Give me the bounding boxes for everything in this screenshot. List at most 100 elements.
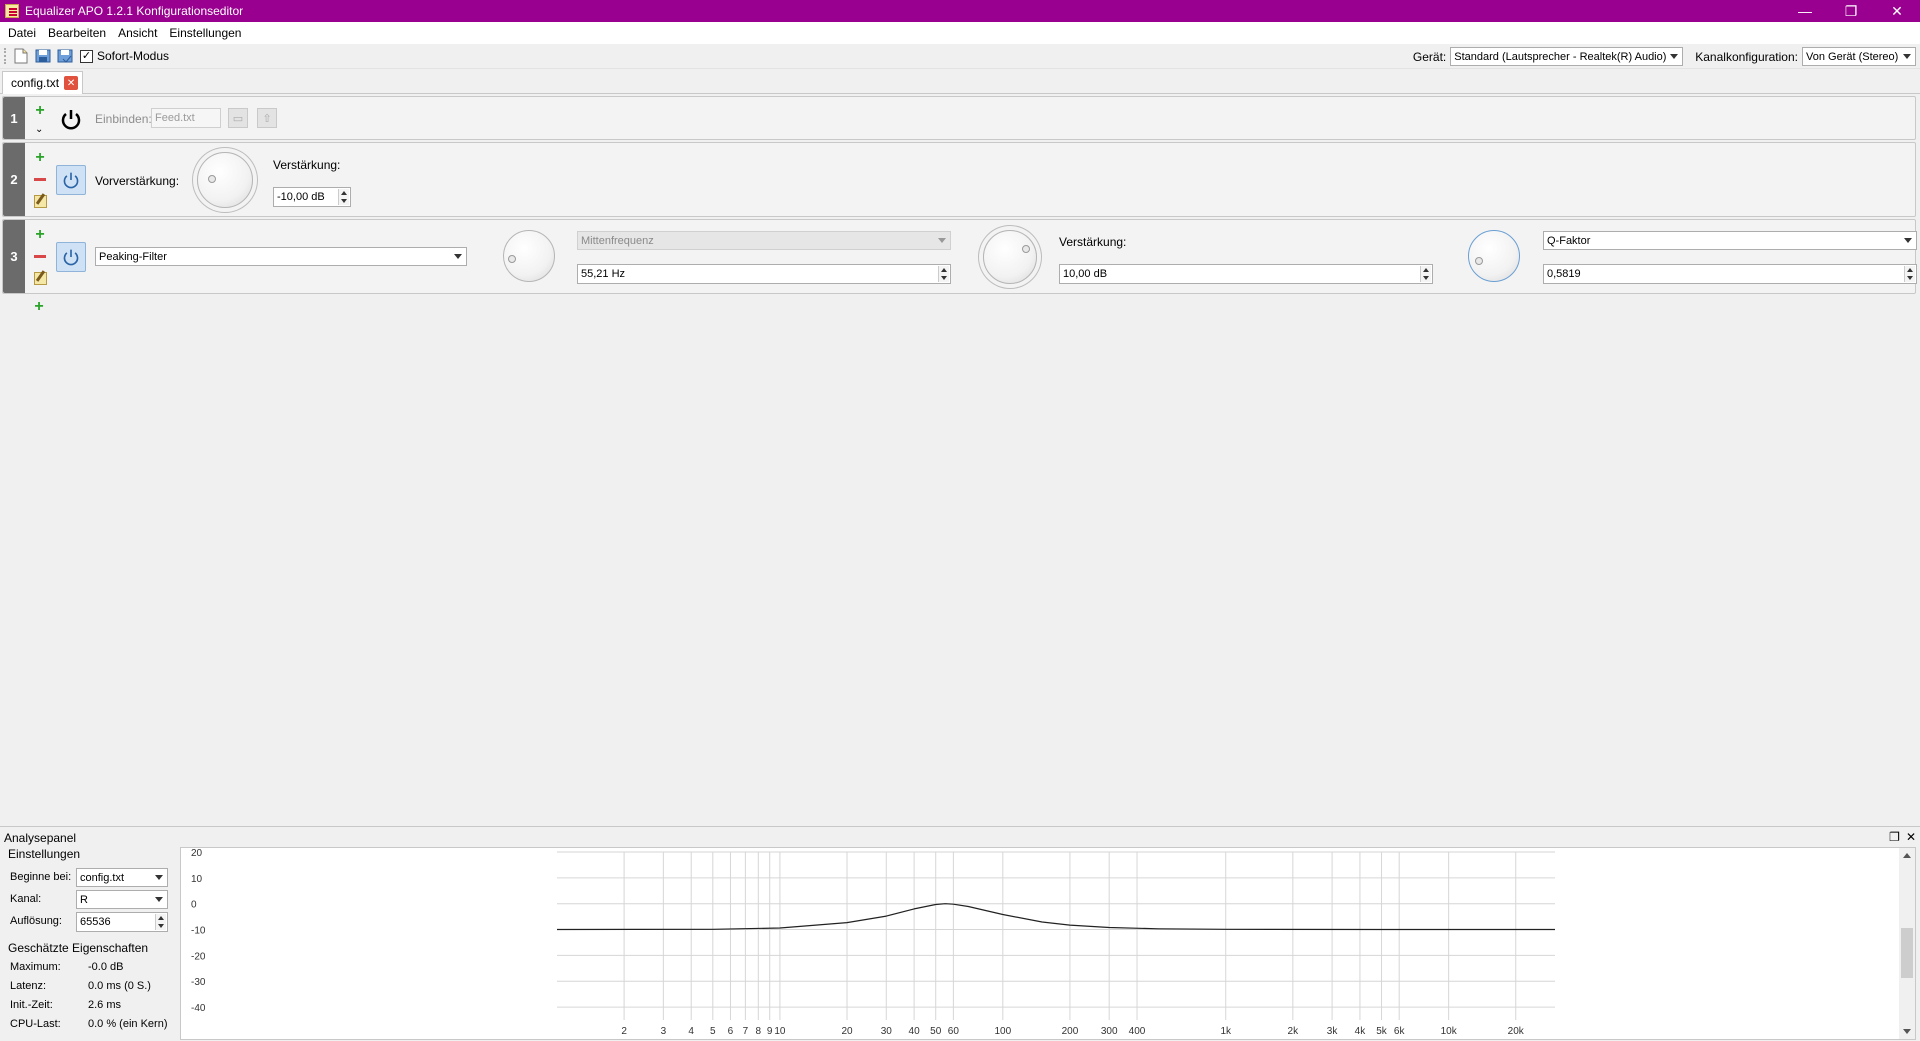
x-tick-label: 4k	[1355, 1026, 1367, 1037]
scroll-up-icon[interactable]	[1903, 853, 1911, 858]
channel-config-value: Von Gerät (Stereo)	[1806, 50, 1899, 63]
x-tick-label: 10k	[1441, 1026, 1458, 1037]
remove-filter-icon[interactable]	[34, 178, 46, 181]
new-file-icon[interactable]	[12, 47, 30, 65]
minimize-button[interactable]: —	[1782, 0, 1828, 22]
include-file-field[interactable]: Feed.txt	[151, 108, 221, 128]
prop-label: Latenz:	[10, 980, 47, 992]
gain-spinbox[interactable]: 10,00 dB	[1059, 264, 1433, 284]
instant-mode-toggle[interactable]: ✓ Sofort-Modus	[80, 49, 169, 63]
spin-arrows-icon[interactable]	[1420, 266, 1431, 282]
start-label: Beginne bei:	[10, 871, 72, 883]
close-tab-icon[interactable]: ✕	[64, 76, 79, 90]
y-tick-label: 10	[191, 874, 203, 885]
spin-arrows-icon[interactable]	[155, 914, 166, 930]
menu-bar: Datei Bearbeiten Ansicht Einstellungen	[0, 22, 1920, 44]
menu-datei[interactable]: Datei	[2, 22, 42, 44]
menu-einstellungen[interactable]: Einstellungen	[163, 22, 247, 44]
close-window-button[interactable]: ✕	[1874, 0, 1920, 22]
channel-select[interactable]: R	[76, 890, 168, 909]
remove-filter-icon[interactable]	[34, 255, 46, 258]
x-tick-label: 6k	[1394, 1026, 1406, 1037]
instant-mode-checkbox[interactable]: ✓	[80, 49, 93, 63]
edit-filter-icon[interactable]	[34, 195, 47, 208]
instant-mode-label: Sofort-Modus	[97, 49, 170, 63]
x-tick-label: 4	[688, 1026, 694, 1037]
add-filter-icon[interactable]: +	[33, 227, 47, 243]
preamp-gain-spinbox[interactable]: -10,00 dB	[273, 187, 351, 207]
prop-value: 0.0 % (ein Kern)	[88, 1018, 168, 1030]
filter-type-value: Peaking-Filter	[99, 250, 167, 263]
menu-bearbeiten[interactable]: Bearbeiten	[42, 22, 112, 44]
gain-label: Verstärkung:	[1059, 235, 1127, 249]
frequency-mode-select[interactable]: Mittenfrequenz	[577, 231, 951, 250]
undock-icon[interactable]: ❐	[1889, 830, 1900, 844]
x-tick-label: 2k	[1288, 1026, 1300, 1037]
graph-scrollbar[interactable]	[1899, 848, 1915, 1039]
add-filter-icon[interactable]: +	[33, 150, 47, 166]
file-tabs: config.txt ✕	[0, 70, 1920, 94]
x-tick-label: 10	[774, 1026, 786, 1037]
device-select[interactable]: Standard (Lautsprecher - Realtek(R) Audi…	[1450, 47, 1684, 66]
frequency-value: 55,21 Hz	[581, 268, 626, 280]
x-tick-label: 8	[756, 1026, 762, 1037]
q-factor-spinbox[interactable]: 0,5819	[1543, 264, 1917, 284]
preamp-knob[interactable]	[197, 152, 253, 208]
chevron-down-icon	[1670, 54, 1679, 59]
power-toggle-button[interactable]	[56, 242, 86, 272]
scroll-thumb[interactable]	[1901, 928, 1913, 978]
scroll-down-icon[interactable]	[1903, 1029, 1911, 1034]
analysis-panel-title: Analysepanel	[4, 831, 77, 845]
maximize-button[interactable]: ❐	[1828, 0, 1874, 22]
expand-icon[interactable]: ⌄	[35, 124, 43, 135]
channel-config-select[interactable]: Von Gerät (Stereo)	[1802, 47, 1916, 66]
y-tick-label: -40	[191, 1003, 206, 1014]
device-select-value: Standard (Lautsprecher - Realtek(R) Audi…	[1454, 50, 1667, 63]
start-select[interactable]: config.txt	[76, 868, 168, 887]
tab-config[interactable]: config.txt ✕	[2, 71, 84, 94]
frequency-knob[interactable]	[503, 230, 555, 282]
edit-include-icon[interactable]: ⇧	[257, 108, 277, 128]
x-tick-label: 30	[881, 1026, 893, 1037]
open-file-icon[interactable]	[34, 47, 52, 65]
edit-filter-icon[interactable]	[34, 272, 47, 285]
x-tick-label: 400	[1129, 1026, 1146, 1037]
knob-indicator	[508, 255, 516, 263]
chevron-down-icon	[938, 238, 946, 243]
resolution-spinbox[interactable]: 65536	[76, 912, 168, 932]
x-tick-label: 6	[728, 1026, 734, 1037]
x-tick-label: 9	[767, 1026, 773, 1037]
x-tick-label: 2	[621, 1026, 627, 1037]
frequency-spinbox[interactable]: 55,21 Hz	[577, 264, 951, 284]
q-factor-value: 0,5819	[1547, 268, 1581, 280]
resolution-value: 65536	[80, 916, 111, 928]
add-filter-bottom-icon[interactable]: +	[32, 299, 46, 315]
close-panel-icon[interactable]: ✕	[1906, 830, 1916, 844]
open-include-icon[interactable]: ▭	[228, 108, 248, 128]
channel-value: R	[80, 893, 88, 906]
x-tick-label: 7	[743, 1026, 749, 1037]
x-tick-label: 200	[1062, 1026, 1079, 1037]
knob-indicator	[208, 175, 216, 183]
prop-value: 0.0 ms (0 S.)	[88, 980, 151, 992]
q-mode-select[interactable]: Q-Faktor	[1543, 231, 1917, 250]
add-filter-icon[interactable]: +	[33, 103, 47, 119]
frequency-response-graph[interactable]: 20 10 0 -10 -20 -30 -40 2 3 4 5 6 7 8 9 10 20 30 40 50 60 100…	[180, 847, 1916, 1040]
preamp-label: Vorverstärkung:	[95, 174, 180, 188]
x-tick-label: 20	[841, 1026, 853, 1037]
response-chart-svg: 20100-10-20-30-402 3 4 5 6 7 8 9 10 20 30 40 50 60 100…	[191, 848, 1555, 1037]
spin-arrows-icon[interactable]	[938, 266, 949, 282]
device-label: Gerät:	[1412, 49, 1447, 64]
q-factor-knob[interactable]	[1468, 230, 1520, 282]
power-toggle-button[interactable]	[56, 165, 86, 195]
spin-arrows-icon[interactable]	[338, 189, 349, 205]
filter-type-select[interactable]: Peaking-Filter	[95, 247, 467, 266]
save-as-icon[interactable]	[56, 47, 74, 65]
x-tick-label: 60	[948, 1026, 960, 1037]
gain-knob[interactable]	[983, 230, 1037, 284]
menu-ansicht[interactable]: Ansicht	[112, 22, 163, 44]
spin-arrows-icon[interactable]	[1904, 266, 1915, 282]
power-icon[interactable]	[59, 107, 83, 131]
analysis-panel-controls: ❐ ✕	[1889, 830, 1916, 844]
window-controls: — ❐ ✕	[1782, 0, 1920, 22]
